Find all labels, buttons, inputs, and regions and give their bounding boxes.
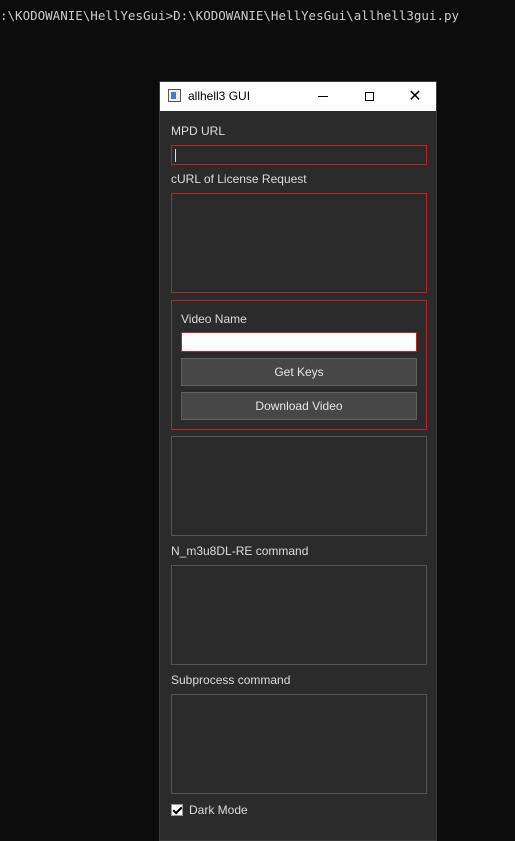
mpd-url-label: MPD URL bbox=[171, 124, 226, 138]
minimize-icon bbox=[318, 96, 328, 97]
console-command-line: :\KODOWANIE\HellYesGui>D:\KODOWANIE\Hell… bbox=[0, 8, 460, 23]
video-name-input[interactable] bbox=[181, 332, 417, 352]
app-window-icon bbox=[168, 89, 181, 102]
video-group: Video Name Get Keys Download Video bbox=[171, 300, 427, 430]
mpd-url-input[interactable] bbox=[171, 145, 427, 165]
dark-mode-row[interactable]: Dark Mode bbox=[171, 803, 248, 817]
text-caret bbox=[175, 149, 176, 162]
subprocess-label: Subprocess command bbox=[171, 673, 291, 687]
close-icon: ✕ bbox=[408, 87, 422, 105]
close-button[interactable]: ✕ bbox=[392, 82, 438, 111]
curl-label: cURL of License Request bbox=[171, 172, 307, 186]
title-bar[interactable]: allhell3 GUI ✕ bbox=[160, 82, 436, 111]
subprocess-textarea[interactable] bbox=[171, 694, 427, 794]
n-m3u8dl-textarea[interactable] bbox=[171, 565, 427, 665]
dark-mode-checkbox[interactable] bbox=[171, 804, 183, 816]
minimize-button[interactable] bbox=[300, 82, 346, 111]
output-textarea[interactable] bbox=[171, 436, 427, 536]
video-name-label: Video Name bbox=[181, 312, 247, 326]
window-title: allhell3 GUI bbox=[188, 89, 251, 103]
maximize-button[interactable] bbox=[346, 82, 392, 111]
app-window: allhell3 GUI ✕ MPD URL cURL of License R… bbox=[159, 81, 437, 841]
curl-textarea[interactable] bbox=[171, 193, 427, 293]
download-video-button[interactable]: Download Video bbox=[181, 392, 417, 420]
get-keys-button[interactable]: Get Keys bbox=[181, 358, 417, 386]
n-m3u8dl-label: N_m3u8DL-RE command bbox=[171, 544, 309, 558]
maximize-icon bbox=[364, 92, 374, 101]
dark-mode-label: Dark Mode bbox=[189, 803, 248, 817]
